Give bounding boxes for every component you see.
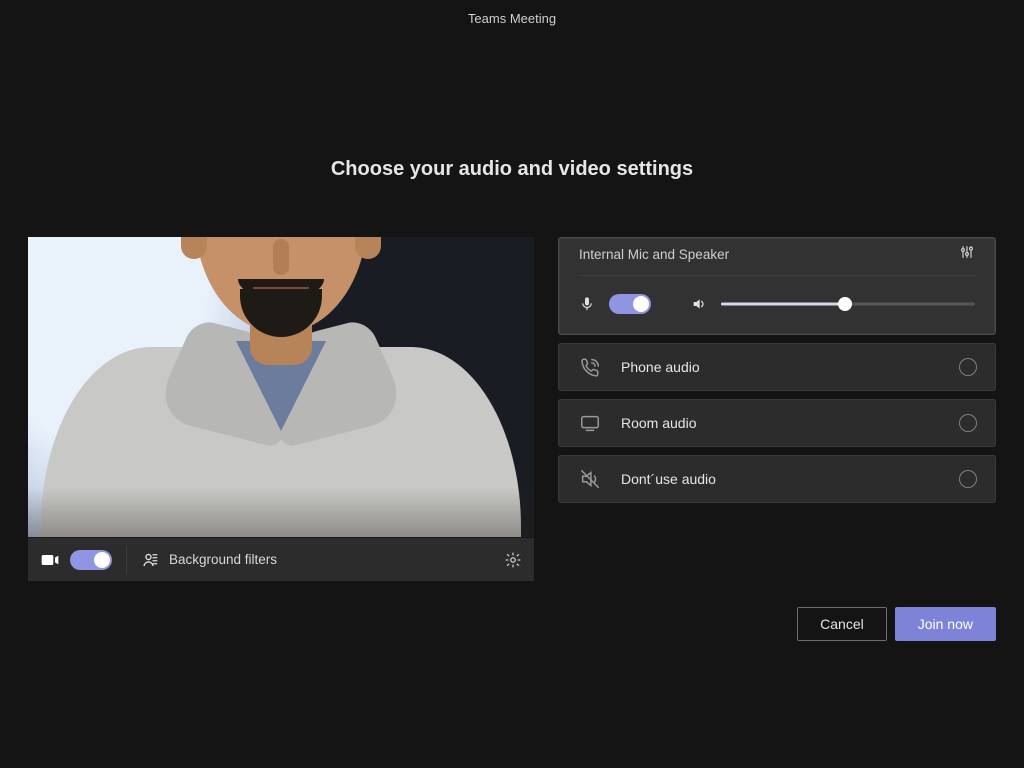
audio-device-label: Internal Mic and Speaker bbox=[579, 247, 729, 262]
background-filters-label: Background filters bbox=[169, 552, 277, 567]
room-audio-radio[interactable] bbox=[959, 414, 977, 432]
camera-toggle[interactable] bbox=[70, 550, 112, 570]
camera-preview bbox=[28, 237, 534, 537]
join-button[interactable]: Join now bbox=[895, 607, 996, 641]
phone-audio-icon bbox=[577, 356, 603, 378]
separator bbox=[126, 546, 127, 574]
phone-audio-radio[interactable] bbox=[959, 358, 977, 376]
audio-settings-button[interactable] bbox=[959, 244, 975, 265]
speaker-icon bbox=[691, 296, 707, 312]
audio-option-room[interactable]: Room audio bbox=[558, 399, 996, 447]
microphone-toggle[interactable] bbox=[609, 294, 651, 314]
video-toolbar: Background filters bbox=[28, 537, 534, 581]
background-filters-button[interactable]: Background filters bbox=[141, 551, 277, 569]
audio-option-none[interactable]: Dont´use audio bbox=[558, 455, 996, 503]
volume-slider[interactable] bbox=[721, 297, 975, 311]
no-audio-radio[interactable] bbox=[959, 470, 977, 488]
camera-icon bbox=[40, 550, 60, 570]
audio-option-phone[interactable]: Phone audio bbox=[558, 343, 996, 391]
page-title: Choose your audio and video settings bbox=[0, 158, 1024, 181]
cancel-button[interactable]: Cancel bbox=[797, 607, 887, 641]
audio-option-computer[interactable]: Computer audio Internal Mic and Speaker bbox=[558, 237, 996, 335]
person-blur-icon bbox=[141, 551, 159, 569]
window-header: Teams Meeting bbox=[0, 0, 1024, 36]
no-audio-icon bbox=[577, 468, 603, 490]
computer-audio-details: Internal Mic and Speaker bbox=[559, 238, 995, 334]
room-audio-icon bbox=[577, 412, 603, 434]
no-audio-label: Dont´use audio bbox=[621, 471, 941, 487]
phone-audio-label: Phone audio bbox=[621, 359, 941, 375]
room-audio-label: Room audio bbox=[621, 415, 941, 431]
settings-button[interactable] bbox=[504, 551, 522, 569]
microphone-icon bbox=[579, 296, 595, 312]
window-title: Teams Meeting bbox=[468, 11, 556, 26]
